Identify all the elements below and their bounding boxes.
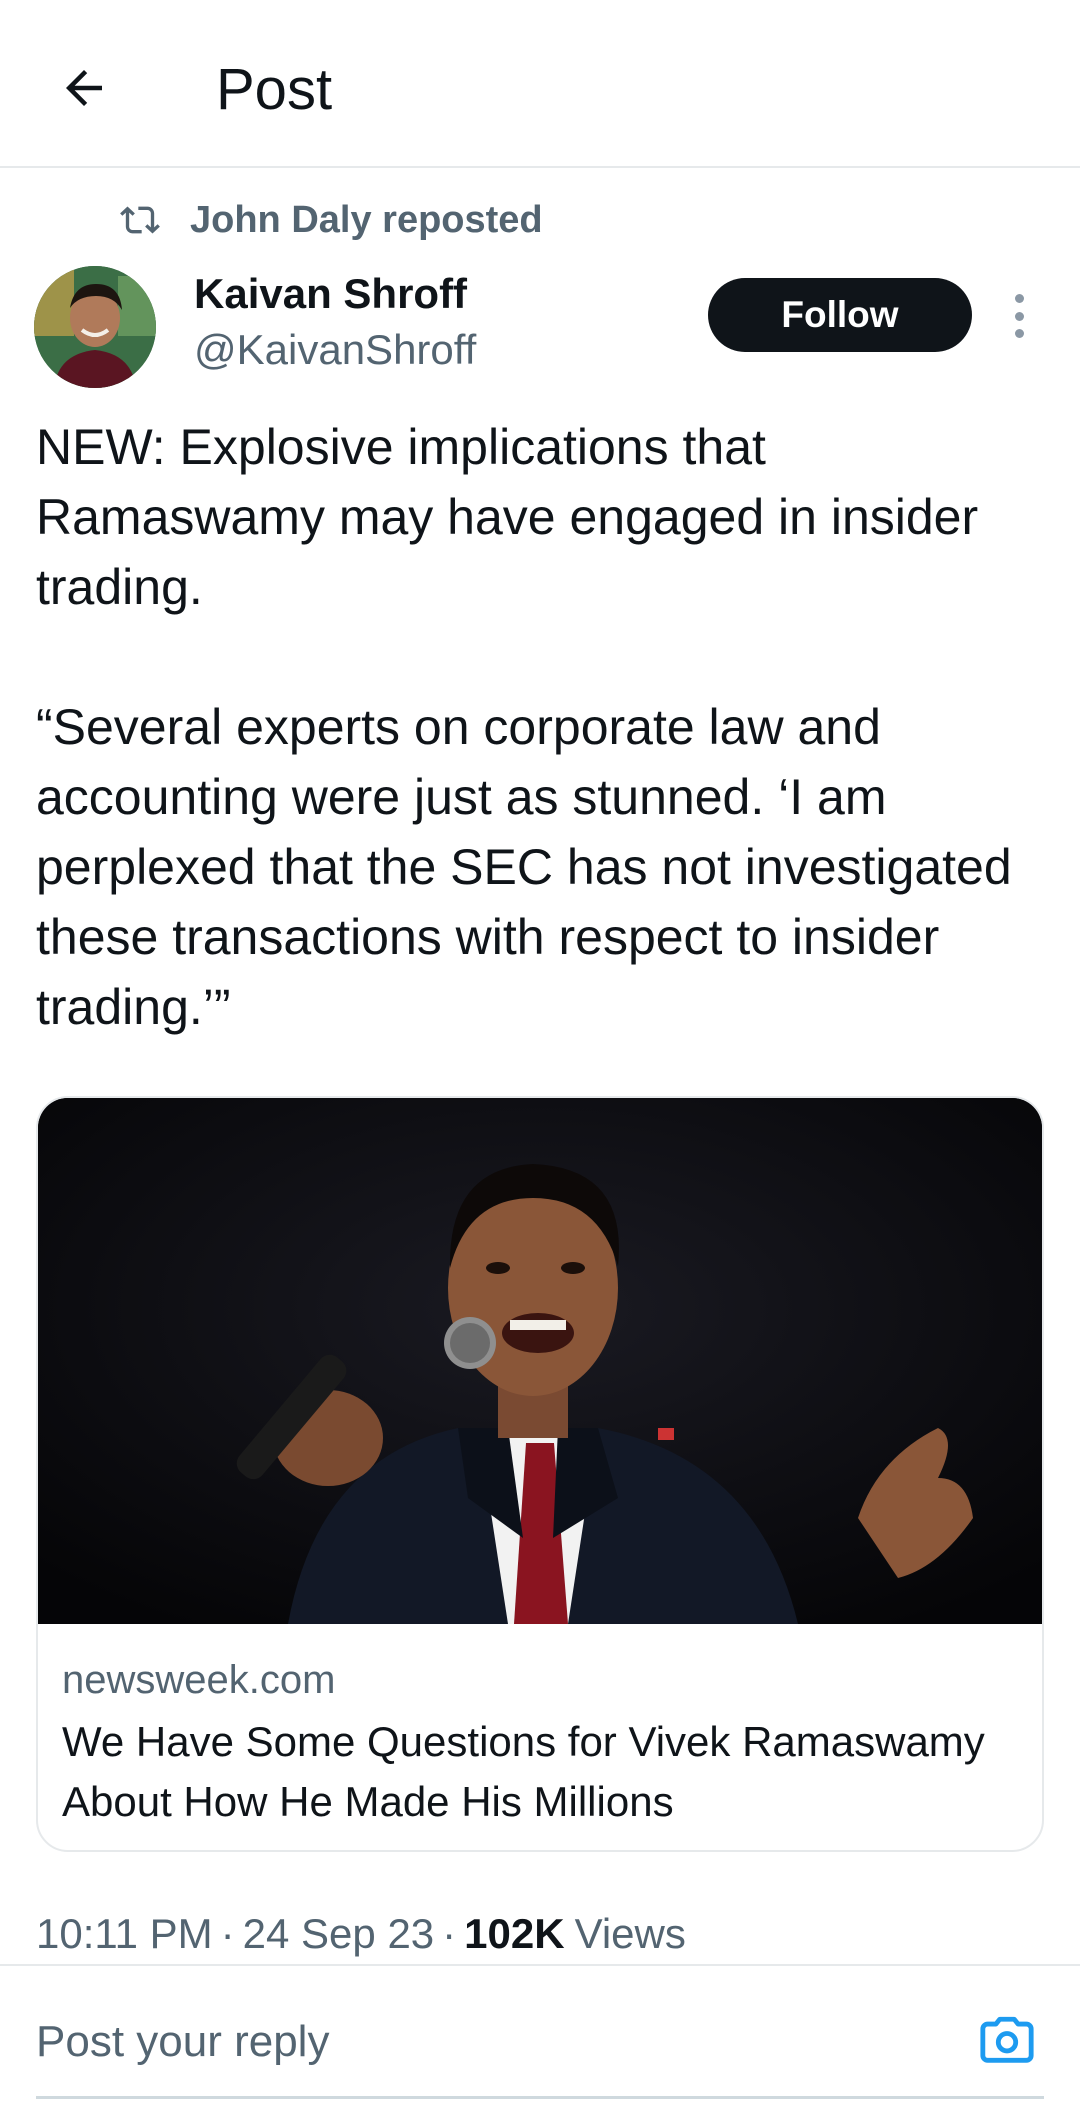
camera-icon (980, 2016, 1034, 2063)
reply-input[interactable] (36, 2010, 936, 2074)
post-text: NEW: Explosive implications that Ramaswa… (36, 419, 1012, 1035)
camera-button[interactable] (976, 2010, 1038, 2072)
follow-button[interactable]: Follow (708, 278, 972, 352)
page-title: Post (216, 57, 333, 122)
author-handle[interactable]: @KaivanShroff (194, 324, 476, 376)
link-card-image (38, 1098, 1042, 1624)
arrow-left-icon (66, 70, 102, 106)
link-card-domain: newsweek.com (62, 1658, 336, 1702)
views-count[interactable]: 102K (464, 1910, 564, 1958)
repost-indicator[interactable]: John Daly reposted (120, 196, 543, 244)
post-meta: 10:11 PM · 24 Sep 23 · 102K Views (36, 1910, 686, 1958)
repost-icon (120, 198, 164, 242)
link-card[interactable]: newsweek.com We Have Some Questions for … (36, 1096, 1044, 1852)
more-dot-icon (1014, 311, 1024, 321)
reply-underline (36, 2096, 1044, 2099)
author-name[interactable]: Kaivan Shroff (194, 268, 467, 320)
meta-separator: · (220, 1910, 235, 1957)
more-dot-icon (1014, 329, 1024, 338)
more-options-button[interactable] (1004, 284, 1034, 348)
back-button[interactable] (48, 52, 120, 124)
link-card-title: We Have Some Questions for Vivek Ramaswa… (62, 1718, 985, 1825)
more-dot-icon (1014, 294, 1024, 303)
top-bar: Post (0, 0, 1080, 168)
meta-separator: · (442, 1910, 457, 1957)
post-date: 24 Sep 23 (242, 1910, 435, 1957)
post-time: 10:11 PM (36, 1910, 213, 1957)
avatar[interactable] (34, 266, 156, 388)
views-label: Views (574, 1910, 686, 1957)
reply-bar (0, 1966, 1080, 2117)
repost-label: John Daly reposted (190, 198, 543, 241)
